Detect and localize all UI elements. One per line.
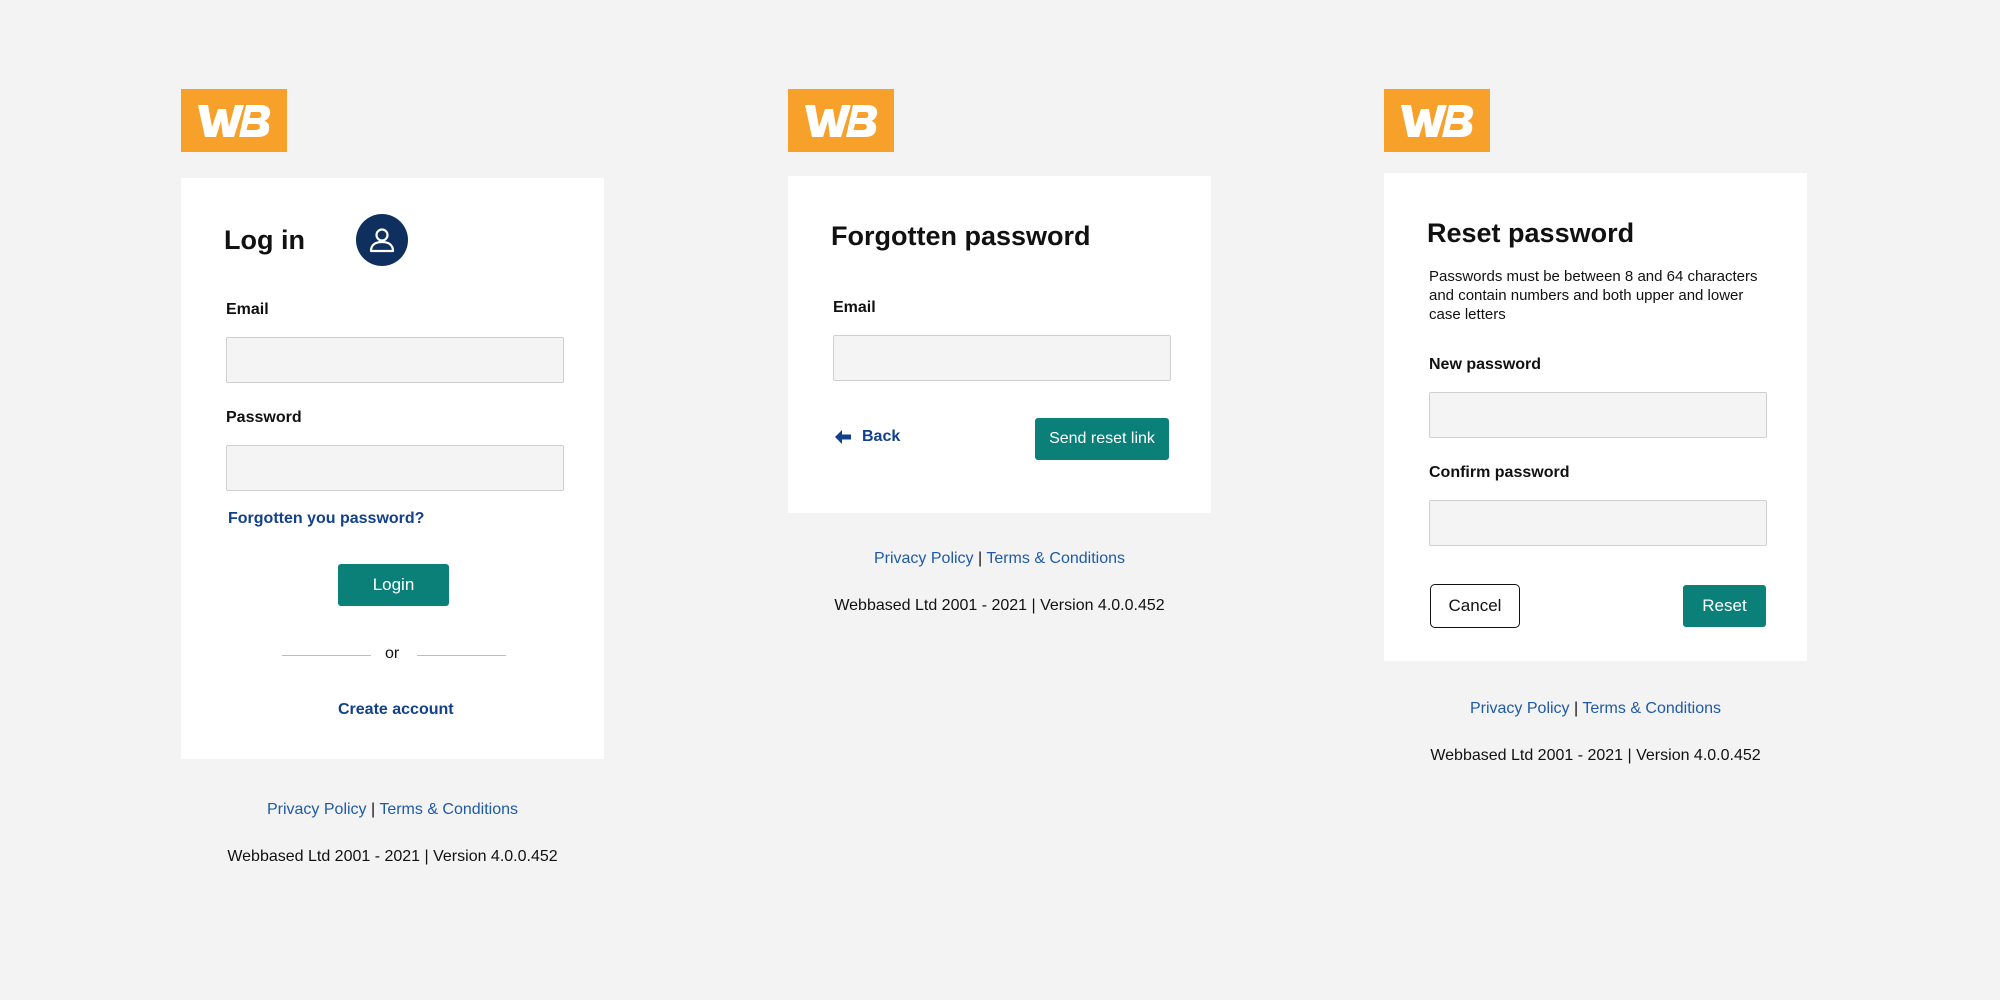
confirm-password-label: Confirm password xyxy=(1429,464,1570,481)
login-footer-copyright: Webbased Ltd 2001 - 2021 | Version 4.0.0… xyxy=(227,848,558,865)
login-footer-links: Privacy Policy | Terms & Conditions xyxy=(181,801,604,819)
new-password-field[interactable] xyxy=(1429,392,1767,438)
email-label: Email xyxy=(226,301,269,318)
terms-link[interactable]: Terms & Conditions xyxy=(986,550,1125,567)
divider-or-text: or xyxy=(385,645,400,662)
new-password-label: New password xyxy=(1429,356,1542,373)
terms-link[interactable]: Terms & Conditions xyxy=(379,801,518,818)
reset-footer-links: Privacy Policy | Terms & Conditions xyxy=(1384,700,1807,718)
password-label: Password xyxy=(226,409,302,426)
footer-separator: | xyxy=(978,550,983,567)
confirm-password-field[interactable] xyxy=(1429,500,1767,546)
reset-password-title: Reset password xyxy=(1427,218,1635,248)
reset-password-card: Reset password Passwords must be between… xyxy=(1384,173,1807,661)
arrow-left-icon xyxy=(835,430,851,444)
email-field[interactable] xyxy=(833,335,1171,381)
reset-footer-copyright: Webbased Ltd 2001 - 2021 | Version 4.0.0… xyxy=(1430,747,1761,764)
user-icon-glyph xyxy=(369,228,395,253)
forgot-footer-copyright: Webbased Ltd 2001 - 2021 | Version 4.0.0… xyxy=(834,597,1165,614)
back-link[interactable]: Back xyxy=(834,428,900,446)
create-account-link[interactable]: Create account xyxy=(338,701,454,719)
send-reset-link-button[interactable]: Send reset link xyxy=(1035,418,1169,460)
divider-right xyxy=(417,655,506,656)
password-rules-text: Passwords must be between 8 and 64 chara… xyxy=(1429,268,1758,323)
forgot-password-link[interactable]: Forgotten you password? xyxy=(228,510,424,528)
forgot-footer-links: Privacy Policy | Terms & Conditions xyxy=(788,550,1211,568)
login-title: Log in xyxy=(224,225,305,255)
password-field[interactable] xyxy=(226,445,564,491)
reset-button[interactable]: Reset xyxy=(1683,585,1766,627)
privacy-policy-link[interactable]: Privacy Policy xyxy=(874,550,974,567)
back-label: Back xyxy=(862,428,901,445)
brand-logo xyxy=(788,89,894,152)
brand-logo xyxy=(181,89,287,152)
brand-logo xyxy=(1384,89,1490,152)
privacy-policy-link[interactable]: Privacy Policy xyxy=(1470,700,1570,717)
login-button[interactable]: Login xyxy=(338,564,449,606)
login-card: Log in Email Password Forgotten you pass… xyxy=(181,178,604,759)
forgot-password-title: Forgotten password xyxy=(831,221,1091,251)
forgot-password-card: Forgotten password Email Back Send reset… xyxy=(788,176,1211,513)
email-label: Email xyxy=(833,299,876,316)
privacy-policy-link[interactable]: Privacy Policy xyxy=(267,801,367,818)
footer-separator: | xyxy=(371,801,376,818)
cancel-button[interactable]: Cancel xyxy=(1430,584,1520,628)
wb-logo-icon xyxy=(805,104,878,137)
wb-logo-icon xyxy=(1401,104,1474,137)
email-field[interactable] xyxy=(226,337,564,383)
footer-separator: | xyxy=(1574,700,1579,717)
divider-left xyxy=(282,655,371,656)
user-icon xyxy=(356,214,408,266)
wb-logo-icon xyxy=(198,104,271,137)
terms-link[interactable]: Terms & Conditions xyxy=(1582,700,1721,717)
